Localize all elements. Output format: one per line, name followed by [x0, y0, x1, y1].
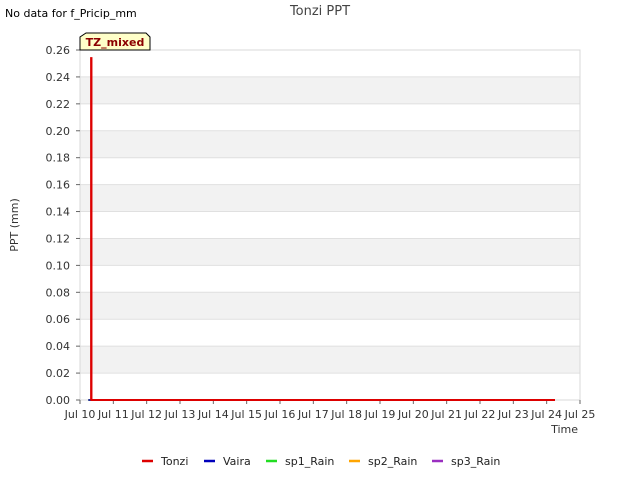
grid-band — [80, 292, 580, 320]
y-tick-label: 0.26 — [46, 44, 71, 57]
y-tick-label: 0.08 — [46, 286, 71, 299]
x-axis: Jul 10 Jul 11 Jul 12 Jul 13 Jul 14 Jul 15 Jul … — [64, 400, 596, 421]
x-tick-label: Jul 13 — [164, 408, 196, 421]
y-tick-label: 0.24 — [46, 71, 71, 84]
y-tick-label: 0.12 — [46, 232, 71, 245]
y-tick-label: 0.00 — [46, 394, 71, 407]
x-tick-label: Jul 21 — [430, 408, 462, 421]
grid-band — [80, 346, 580, 374]
x-tick-label: Jul 15 — [230, 408, 262, 421]
x-tick-label: Jul 23 — [497, 408, 529, 421]
grid-band — [80, 130, 580, 158]
x-tick-label: Jul 12 — [130, 408, 162, 421]
x-tick-label: Jul 25 — [564, 408, 596, 421]
y-tick-label: 0.06 — [46, 313, 71, 326]
grid-band — [80, 184, 580, 212]
legend-label-sp1-rain: sp1_Rain — [285, 455, 334, 468]
legend-label-sp3-rain: sp3_Rain — [451, 455, 500, 468]
legend-label-vaira: Vaira — [223, 455, 251, 468]
x-tick-label: Jul 10 — [64, 408, 96, 421]
legend: Tonzi Vaira sp1_Rain sp2_Rain sp3_Rain — [142, 455, 500, 468]
y-axis: 0.00 0.02 0.04 0.06 0.08 0.10 0.12 0.14 0.16 0.18… — [46, 44, 80, 407]
x-tick-label: Jul 18 — [330, 408, 362, 421]
x-tick-label: Jul 11 — [97, 408, 129, 421]
x-tick-label: Jul 22 — [464, 408, 496, 421]
chart: 0.00 0.02 0.04 0.06 0.08 0.10 0.12 0.14 0.16 0.18… — [8, 32, 596, 468]
y-tick-label: 0.04 — [46, 340, 71, 353]
y-tick-label: 0.10 — [46, 259, 71, 272]
x-tick-label: Jul 19 — [364, 408, 396, 421]
grid-band — [80, 238, 580, 266]
x-tick-label: Jul 24 — [530, 408, 562, 421]
grid-band — [80, 76, 580, 104]
y-axis-label: PPT (mm) — [8, 198, 21, 252]
x-tick-label: Jul 16 — [264, 408, 296, 421]
y-tick-label: 0.14 — [46, 206, 71, 219]
badge-label: TZ_mixed — [86, 36, 145, 49]
plot-background-bands — [80, 49, 580, 401]
y-tick-label: 0.02 — [46, 367, 71, 380]
x-tick-label: Jul 17 — [297, 408, 329, 421]
x-axis-label: Time — [550, 423, 578, 436]
y-tick-label: 0.22 — [46, 98, 71, 111]
x-tick-label: Jul 20 — [397, 408, 429, 421]
legend-label-sp2-rain: sp2_Rain — [368, 455, 417, 468]
y-tick-label: 0.18 — [46, 152, 71, 165]
tz-mixed-badge: TZ_mixed — [79, 32, 151, 51]
y-tick-label: 0.16 — [46, 179, 71, 192]
legend-label-tonzi: Tonzi — [160, 455, 188, 468]
y-tick-label: 0.20 — [46, 125, 71, 138]
x-tick-label: Jul 14 — [197, 408, 229, 421]
